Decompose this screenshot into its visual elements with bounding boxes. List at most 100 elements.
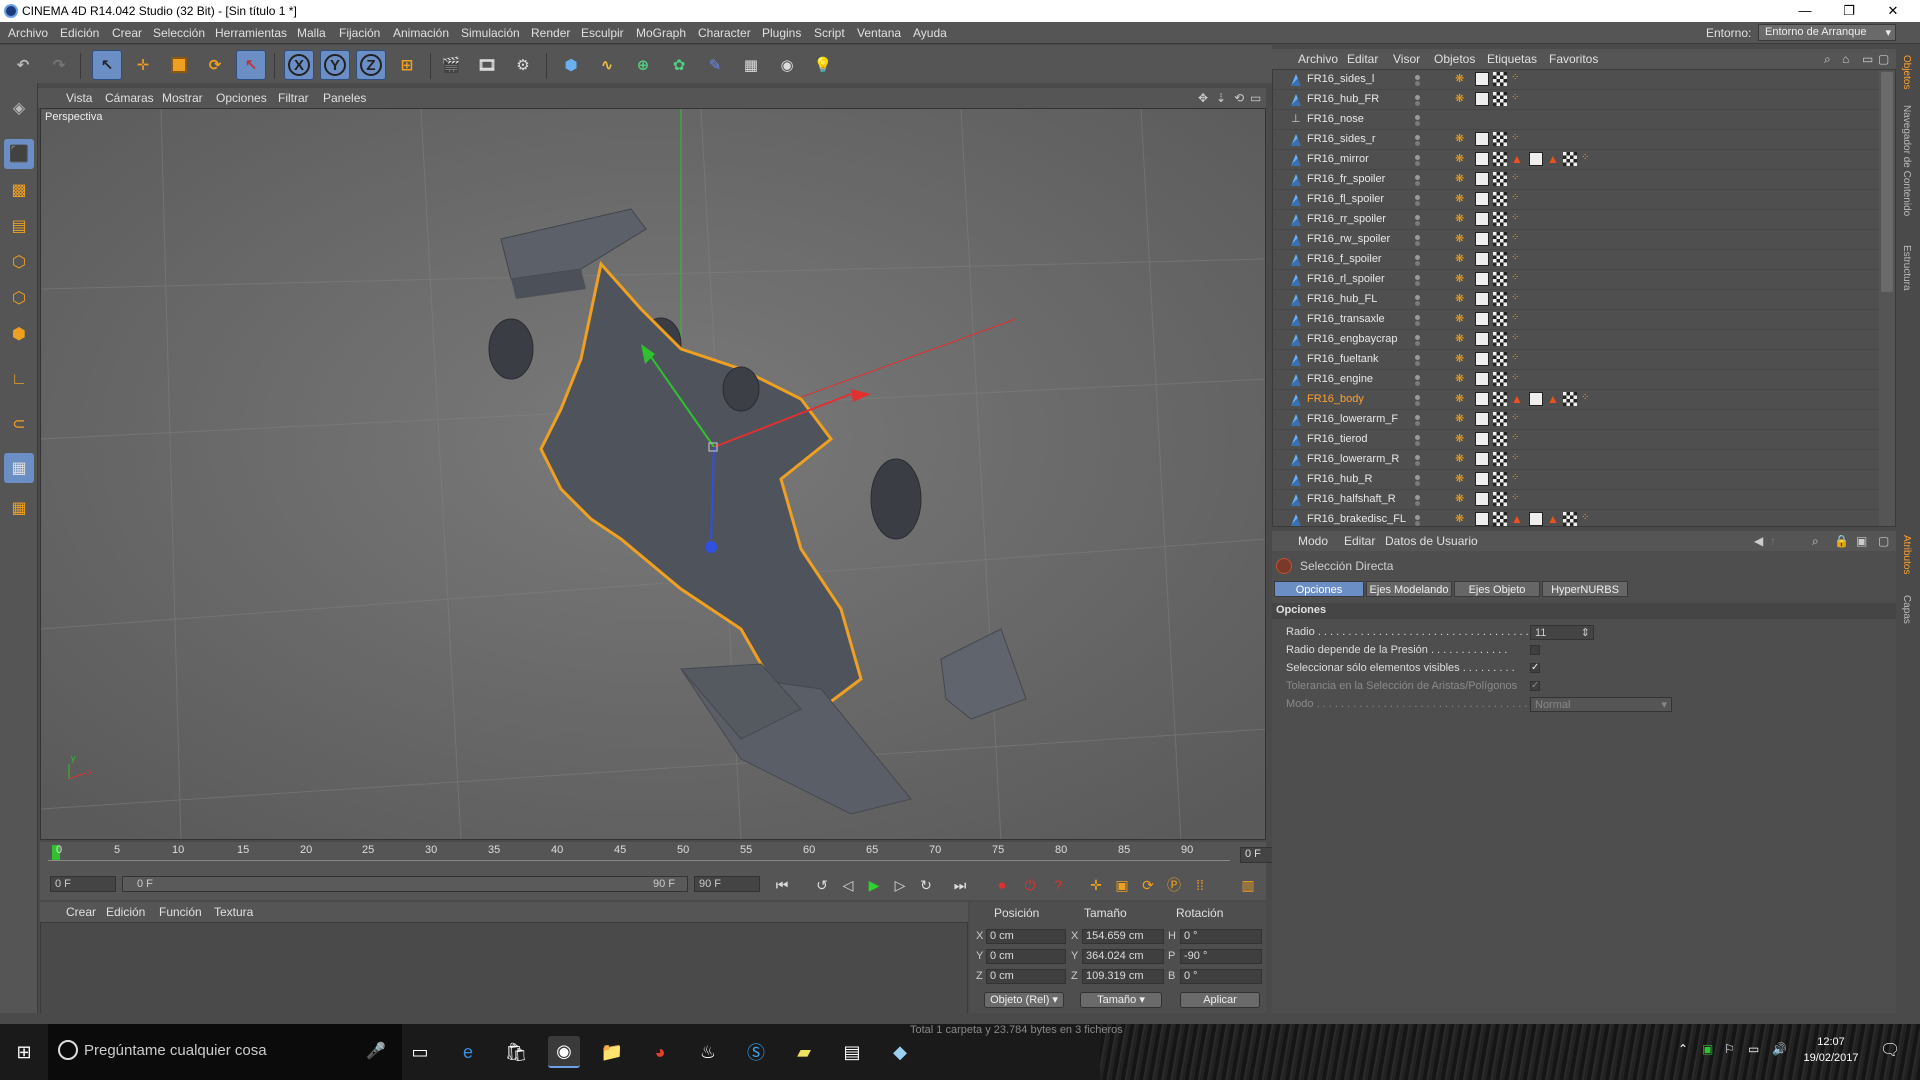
- tab-ejes-modelando[interactable]: Ejes Modelando: [1366, 581, 1452, 597]
- phong-tag-icon[interactable]: ❋: [1455, 72, 1469, 86]
- texture-tag-icon[interactable]: [1493, 312, 1507, 326]
- texture-tag-icon[interactable]: [1493, 212, 1507, 226]
- phong-tag-icon[interactable]: ❋: [1455, 292, 1469, 306]
- windows-start-icon[interactable]: ⊞: [8, 1036, 40, 1068]
- menu-script[interactable]: Script: [814, 26, 845, 40]
- selection-tag-icon[interactable]: ▲: [1547, 152, 1561, 166]
- visibility-dots-icon[interactable]: [1415, 95, 1421, 106]
- menu-fijacion[interactable]: Fijación: [339, 26, 380, 40]
- coords-size-x-field[interactable]: 154.659 cm: [1082, 929, 1164, 944]
- texture-tag-icon[interactable]: [1493, 332, 1507, 346]
- material-menu-edicion[interactable]: Edición: [106, 905, 145, 919]
- key-rotation-icon[interactable]: ⟳: [1136, 874, 1160, 896]
- workplane-icon[interactable]: ▦: [4, 453, 34, 483]
- menu-esculpir[interactable]: Esculpir: [581, 26, 624, 40]
- object-list-scrollbar[interactable]: [1879, 70, 1895, 526]
- texture-tag-icon[interactable]: [1563, 152, 1577, 166]
- uvw-tag-icon[interactable]: [1475, 172, 1489, 186]
- tab-opciones[interactable]: Opciones: [1274, 581, 1364, 597]
- render-view-icon[interactable]: 🎬: [436, 50, 466, 80]
- object-row[interactable]: FR16_rl_spoiler ❋ ⁘: [1273, 270, 1879, 290]
- coords-rot-h-field[interactable]: 0 °: [1180, 929, 1262, 944]
- texture-tag-icon[interactable]: [1493, 252, 1507, 266]
- material-dots-icon[interactable]: ⁘: [1511, 412, 1525, 426]
- object-row[interactable]: FR16_body ❋ ▲ ▲ ⁘: [1273, 390, 1879, 410]
- home-icon[interactable]: ⌂: [1842, 52, 1849, 66]
- coords-rot-p-field[interactable]: -90 °: [1180, 949, 1262, 964]
- menu-animacion[interactable]: Animación: [393, 26, 449, 40]
- material-menu-crear[interactable]: Crear: [66, 905, 96, 919]
- objects-menu-editar[interactable]: Editar: [1347, 52, 1378, 66]
- uvw-tag-icon[interactable]: [1475, 272, 1489, 286]
- rotate-icon[interactable]: ⟳: [200, 50, 230, 80]
- uvw-tag-icon[interactable]: [1529, 392, 1543, 406]
- uvw-tag-icon[interactable]: [1529, 512, 1543, 526]
- render-picture-viewer-icon[interactable]: 🎞: [472, 50, 502, 80]
- y-axis-lock-button[interactable]: Y: [320, 50, 350, 80]
- spline-pen-icon[interactable]: ✎: [700, 50, 730, 80]
- visibility-dots-icon[interactable]: [1415, 215, 1421, 226]
- apply-button[interactable]: Aplicar: [1180, 992, 1260, 1008]
- panel-maximize-icon[interactable]: ▢: [1878, 52, 1889, 66]
- uvw-tag-icon[interactable]: [1475, 232, 1489, 246]
- app-icon[interactable]: ◆: [884, 1036, 916, 1068]
- redo-icon[interactable]: ↷: [44, 50, 74, 80]
- next-key-icon[interactable]: ↻: [914, 874, 938, 896]
- phong-tag-icon[interactable]: ❋: [1455, 452, 1469, 466]
- search-icon[interactable]: ⌕: [1824, 52, 1831, 67]
- close-button[interactable]: ✕: [1870, 0, 1916, 22]
- uvw-tag-icon[interactable]: [1475, 492, 1489, 506]
- menu-archivo[interactable]: Archivo: [8, 26, 48, 40]
- visibility-dots-icon[interactable]: [1415, 315, 1421, 326]
- model-mode-icon[interactable]: ⬛: [4, 139, 34, 169]
- panel-maximize-icon[interactable]: ▢: [1878, 534, 1889, 548]
- sticky-notes-icon[interactable]: ▰: [788, 1036, 820, 1068]
- phong-tag-icon[interactable]: ❋: [1455, 232, 1469, 246]
- visibility-dots-icon[interactable]: [1415, 375, 1421, 386]
- sidetab-objetos[interactable]: Objetos: [1901, 55, 1912, 89]
- object-row[interactable]: FR16_transaxle ❋ ⁘: [1273, 310, 1879, 330]
- key-position-icon[interactable]: ✛: [1084, 874, 1108, 896]
- uvw-tag-icon[interactable]: [1475, 72, 1489, 86]
- menu-ayuda[interactable]: Ayuda: [913, 26, 947, 40]
- sidetab-atributos[interactable]: Atributos: [1901, 535, 1912, 574]
- texture-tag-icon[interactable]: [1493, 392, 1507, 406]
- viewport-maximize-icon[interactable]: ▭: [1250, 91, 1261, 105]
- selection-tag-icon[interactable]: ▲: [1547, 512, 1561, 526]
- menu-crear[interactable]: Crear: [112, 26, 142, 40]
- material-dots-icon[interactable]: ⁘: [1511, 492, 1525, 506]
- uvw-tag-icon[interactable]: [1475, 352, 1489, 366]
- phong-tag-icon[interactable]: ❋: [1455, 192, 1469, 206]
- uvw-tag-icon[interactable]: [1475, 472, 1489, 486]
- maximize-button[interactable]: ❐: [1826, 0, 1872, 22]
- texture-tag-icon[interactable]: [1493, 172, 1507, 186]
- coords-rot-b-field[interactable]: 0 °: [1180, 969, 1262, 984]
- previous-key-icon[interactable]: ↺: [810, 874, 834, 896]
- phong-tag-icon[interactable]: ❋: [1455, 472, 1469, 486]
- system-clock[interactable]: 12:07 19/02/2017: [1796, 1034, 1866, 1066]
- visibility-dots-icon[interactable]: [1415, 115, 1421, 126]
- menu-render[interactable]: Render: [531, 26, 570, 40]
- uvw-tag-icon[interactable]: [1475, 332, 1489, 346]
- object-row[interactable]: FR16_halfshaft_R ❋ ⁘: [1273, 490, 1879, 510]
- material-dots-icon[interactable]: ⁘: [1511, 452, 1525, 466]
- x-axis-lock-button[interactable]: X: [284, 50, 314, 80]
- phong-tag-icon[interactable]: ❋: [1455, 512, 1469, 526]
- uvw-tag-icon[interactable]: [1475, 92, 1489, 106]
- back-arrow-icon[interactable]: ◀: [1754, 534, 1763, 548]
- network-icon[interactable]: ⚐: [1724, 1042, 1735, 1056]
- edge-tolerance-checkbox[interactable]: ✓: [1530, 681, 1540, 691]
- viewport-move-icon[interactable]: ✥: [1198, 91, 1208, 105]
- material-manager-area[interactable]: [40, 922, 968, 1014]
- tab-ejes-objeto[interactable]: Ejes Objeto: [1454, 581, 1540, 597]
- mode-select[interactable]: Normal ▾: [1530, 697, 1672, 712]
- render-settings-icon[interactable]: ⚙: [508, 50, 538, 80]
- menu-seleccion[interactable]: Selección: [153, 26, 205, 40]
- object-row[interactable]: FR16_sides_l ❋ ⁘: [1273, 70, 1879, 90]
- store-icon[interactable]: 🛍: [500, 1036, 532, 1068]
- selection-tag-icon[interactable]: ▲: [1511, 512, 1525, 526]
- coords-mode-select[interactable]: Objeto (Rel) ▾: [984, 992, 1064, 1008]
- viewport-menu-mostrar[interactable]: Mostrar: [162, 91, 203, 105]
- start-frame-field[interactable]: 0 F: [50, 876, 116, 892]
- visibility-dots-icon[interactable]: [1415, 275, 1421, 286]
